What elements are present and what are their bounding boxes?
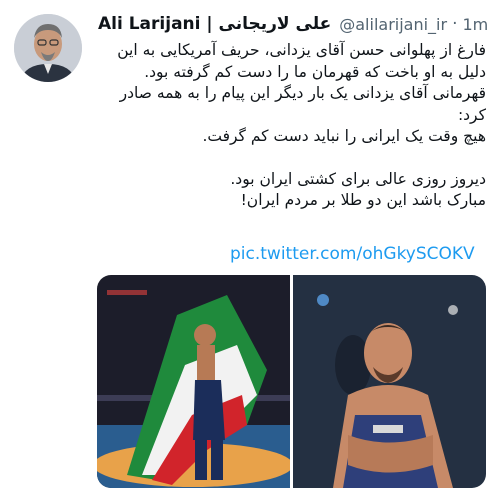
author-avatar[interactable] <box>14 14 82 82</box>
header-separator: · <box>452 14 458 34</box>
author-name[interactable]: Ali Larijani | علی لاریجانی <box>98 14 331 34</box>
tweet-paragraph: هیچ وقت یک ایرانی را نباید دست کم گرفت. <box>202 127 486 145</box>
media-photo-right[interactable] <box>293 275 486 488</box>
wrestler-with-flag-icon <box>97 275 290 488</box>
media-photo-left[interactable] <box>97 275 290 488</box>
tweet-paragraph: قهرمانی آقای یزدانی یک بار دیگر این پیام… <box>119 84 486 124</box>
avatar-icon <box>14 14 82 82</box>
tweet-media[interactable] <box>97 275 486 488</box>
tweet-paragraph: دیروز روزی عالی برای کشتی ایران بود. <box>230 169 486 188</box>
tweet-header: Ali Larijani | علی لاریجانی @alilarijani… <box>98 12 488 36</box>
tweet[interactable]: Ali Larijani | علی لاریجانی @alilarijani… <box>0 0 500 495</box>
wrestler-portrait-icon <box>293 275 486 488</box>
tweet-paragraph: فارغ از پهلوانی حسن آقای یزدانی، حریف آم… <box>117 41 486 81</box>
tweet-timestamp[interactable]: 1m <box>462 15 488 34</box>
media-link[interactable]: pic.twitter.com/ohGkySCOKV <box>230 244 475 264</box>
author-handle[interactable]: @alilarijani_ir <box>339 15 447 34</box>
tweet-paragraph: مبارک باشد این دو طلا بر مردم ایران! <box>240 191 486 209</box>
tweet-text: فارغ از پهلوانی حسن آقای یزدانی، حریف آم… <box>98 40 486 212</box>
